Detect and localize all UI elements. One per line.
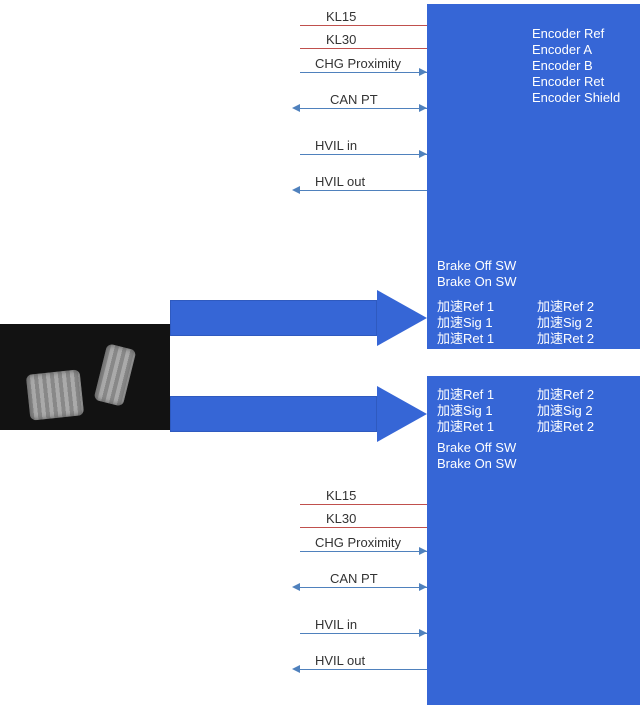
pedal-to-top-arrow: [170, 290, 427, 346]
encoder-a-label: Encoder A: [532, 42, 592, 57]
kl30-label-top: KL30: [326, 32, 356, 47]
hvil-out-arrow-top: [292, 186, 300, 194]
can-pt-arrow-r-top: [419, 104, 427, 112]
brake-off-sw-label-bot: Brake Off SW: [437, 440, 516, 455]
hvil-in-arrow-bot: [419, 629, 427, 637]
controller-bottom-box: 加速Ref 1 加速Sig 1 加速Ret 1 加速Ref 2 加速Sig 2 …: [427, 376, 640, 705]
chg-prox-arrow-bot: [419, 547, 427, 555]
hvil-in-wire-bot: [300, 633, 427, 634]
hvil-out-wire-top: [300, 190, 427, 191]
hvil-out-label-bot: HVIL out: [315, 653, 365, 668]
hvil-out-label-top: HVIL out: [315, 174, 365, 189]
can-pt-arrow-l-bot: [292, 583, 300, 591]
kl15-label-bot: KL15: [326, 488, 356, 503]
chg-prox-wire-top: [300, 72, 427, 73]
hvil-in-wire-top: [300, 154, 427, 155]
can-pt-label-bot: CAN PT: [330, 571, 378, 586]
brake-on-sw-label-top: Brake On SW: [437, 274, 516, 289]
hvil-out-arrow-bot: [292, 665, 300, 673]
kl30-label-bot: KL30: [326, 511, 356, 526]
can-pt-wire-bot: [300, 587, 427, 588]
can-pt-arrow-r-bot: [419, 583, 427, 591]
kl15-wire-top: [300, 25, 427, 26]
brake-off-sw-label-top: Brake Off SW: [437, 258, 516, 273]
can-pt-wire-top: [300, 108, 427, 109]
chg-prox-label-top: CHG Proximity: [315, 56, 401, 71]
hvil-in-arrow-top: [419, 150, 427, 158]
accel-ret-2-top: 加速Ret 2: [537, 328, 594, 347]
chg-prox-wire-bot: [300, 551, 427, 552]
encoder-ret-label: Encoder Ret: [532, 74, 604, 89]
encoder-shield-label: Encoder Shield: [532, 90, 620, 105]
hvil-in-label-top: HVIL in: [315, 138, 357, 153]
hvil-out-wire-bot: [300, 669, 427, 670]
chg-prox-label-bot: CHG Proximity: [315, 535, 401, 550]
encoder-b-label: Encoder B: [532, 58, 593, 73]
hvil-in-label-bot: HVIL in: [315, 617, 357, 632]
kl15-label-top: KL15: [326, 9, 356, 24]
brake-on-sw-label-bot: Brake On SW: [437, 456, 516, 471]
controller-top-box: Encoder Ref Encoder A Encoder B Encoder …: [427, 4, 640, 349]
can-pt-arrow-l-top: [292, 104, 300, 112]
accel-ret-1-bot: 加速Ret 1: [437, 416, 494, 435]
pedal-assembly-image: [0, 324, 170, 430]
chg-prox-arrow-top: [419, 68, 427, 76]
pedal-to-bottom-arrow: [170, 386, 427, 442]
accel-ret-2-bot: 加速Ret 2: [537, 416, 594, 435]
accel-ret-1-top: 加速Ret 1: [437, 328, 494, 347]
kl30-wire-top: [300, 48, 427, 49]
can-pt-label-top: CAN PT: [330, 92, 378, 107]
kl30-wire-bot: [300, 527, 427, 528]
encoder-ref-label: Encoder Ref: [532, 26, 604, 41]
kl15-wire-bot: [300, 504, 427, 505]
